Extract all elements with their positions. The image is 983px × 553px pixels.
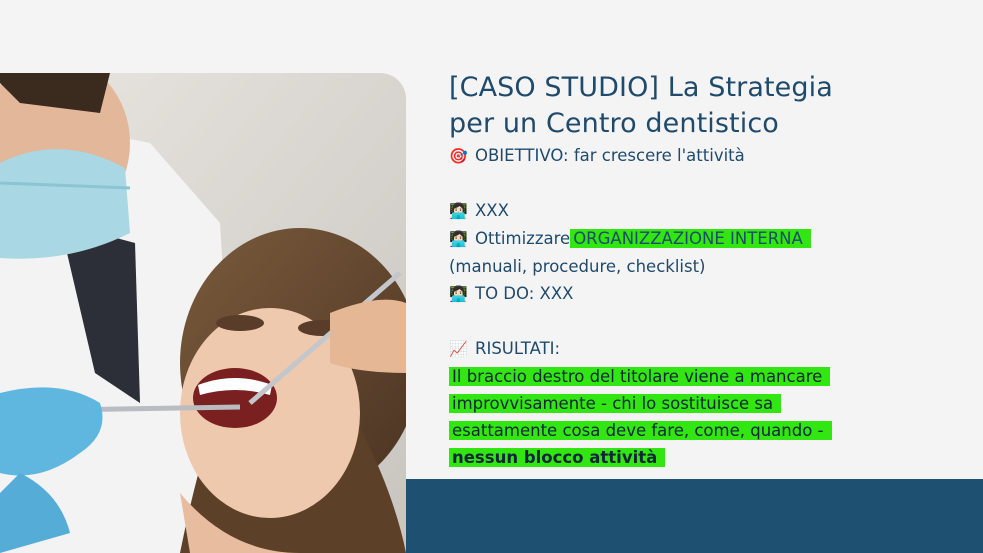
target-icon: 🎯 [449,147,468,165]
results-line: nessun blocco attività [449,444,969,471]
footer-band [406,479,983,553]
results-line: improvvisamente - chi lo sostituisce sa [449,390,969,417]
objective-text: OBIETTIVO: far crescere l'attività [475,146,745,165]
slide-title: [CASO STUDIO] La Strategia per un Centro… [449,70,969,142]
results-text: Il braccio destro del titolare viene a m… [449,367,831,386]
list-item-continuation: (manuali, procedure, checklist) [449,253,969,280]
title-line-2: per un Centro dentistico [449,108,779,139]
results-heading: 📈 RISULTATI: [449,335,969,363]
dentist-photo [0,73,406,553]
item-text: Ottimizzare [475,229,571,248]
results-bold-text: nessun blocco attività [449,448,666,467]
results-line: esattamente cosa deve fare, come, quando… [449,417,969,444]
list-item: 👩🏻‍💻 TO DO: XXX [449,280,969,308]
item-highlight: ORGANIZZAZIONE INTERNA [570,229,811,248]
technologist-icon: 👩🏻‍💻 [449,202,468,220]
objective-line: 🎯 OBIETTIVO: far crescere l'attività [449,142,969,170]
technologist-icon: 👩🏻‍💻 [449,285,468,303]
item-text: TO DO: XXX [475,284,574,303]
item-text: XXX [475,201,509,220]
results-text: improvvisamente - chi lo sostituisce sa [449,394,782,413]
title-line-1: [CASO STUDIO] La Strategia [449,72,833,103]
slide-content: [CASO STUDIO] La Strategia per un Centro… [449,70,969,471]
results-label: RISULTATI: [475,339,561,358]
chart-increasing-icon: 📈 [449,340,468,358]
list-item: 👩🏻‍💻 Ottimizzare ORGANIZZAZIONE INTERNA [449,225,969,253]
results-text: esattamente cosa deve fare, come, quando… [449,421,832,440]
list-item: 👩🏻‍💻 XXX [449,197,969,225]
technologist-icon: 👩🏻‍💻 [449,230,468,248]
results-line: Il braccio destro del titolare viene a m… [449,363,969,390]
item-text-cont: (manuali, procedure, checklist) [449,257,706,276]
